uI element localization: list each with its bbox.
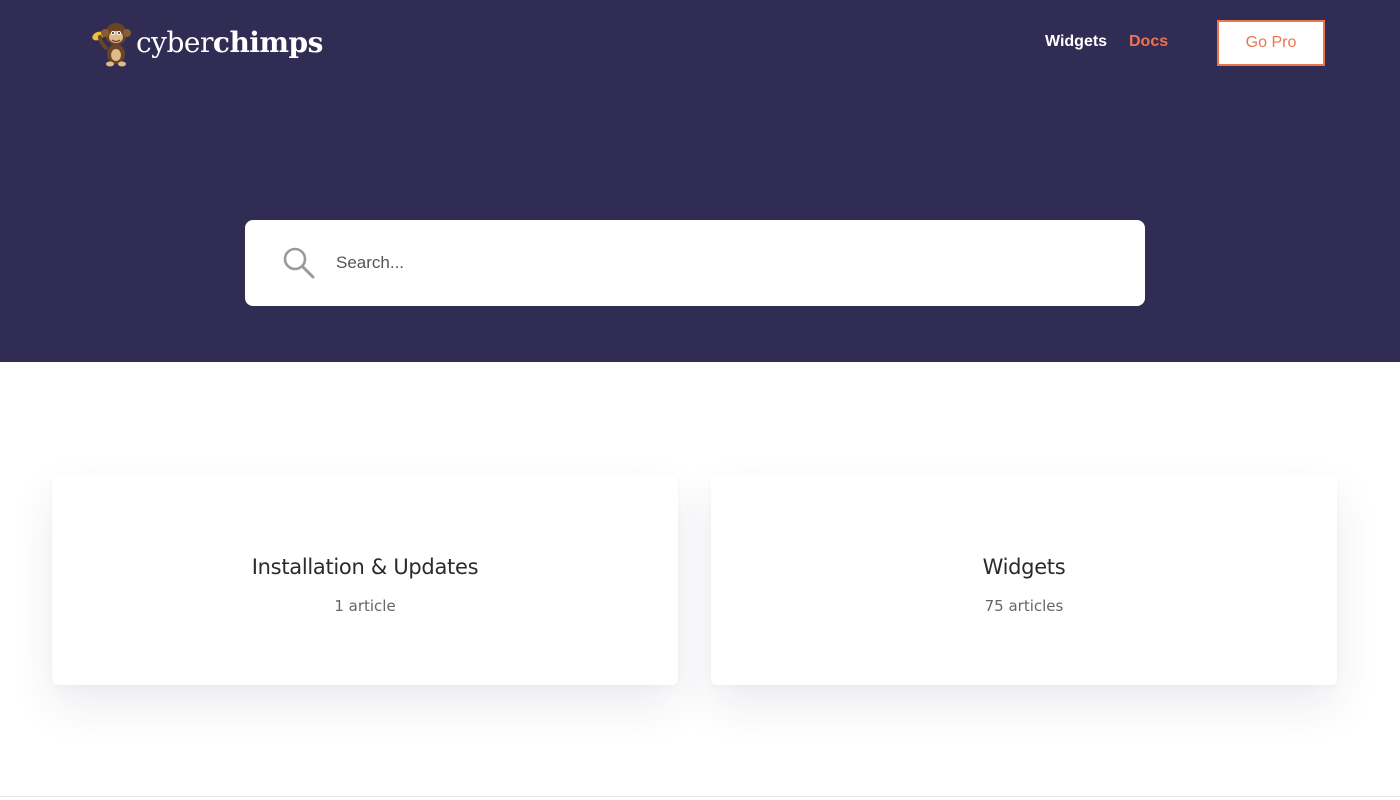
category-card-widgets[interactable]: Widgets 75 articles: [711, 475, 1337, 685]
logo-text-light: cyber: [136, 25, 213, 59]
category-title: Installation & Updates: [251, 555, 479, 579]
go-pro-button[interactable]: Go Pro: [1217, 20, 1325, 66]
site-logo[interactable]: cyberchimps: [88, 16, 323, 68]
category-article-count: 1 article: [334, 597, 396, 615]
category-card-installation[interactable]: Installation & Updates 1 article: [52, 475, 678, 685]
nav-item-widgets[interactable]: Widgets: [1045, 33, 1107, 51]
category-article-count: 75 articles: [984, 597, 1064, 615]
search-icon: [283, 247, 315, 279]
divider: [0, 796, 1400, 797]
nav-item-docs[interactable]: Docs: [1129, 33, 1168, 51]
category-title: Widgets: [982, 555, 1066, 579]
search-input[interactable]: [336, 248, 1116, 278]
logo-text-bold: chimps: [212, 25, 324, 59]
chimp-mascot-icon: [92, 23, 131, 67]
